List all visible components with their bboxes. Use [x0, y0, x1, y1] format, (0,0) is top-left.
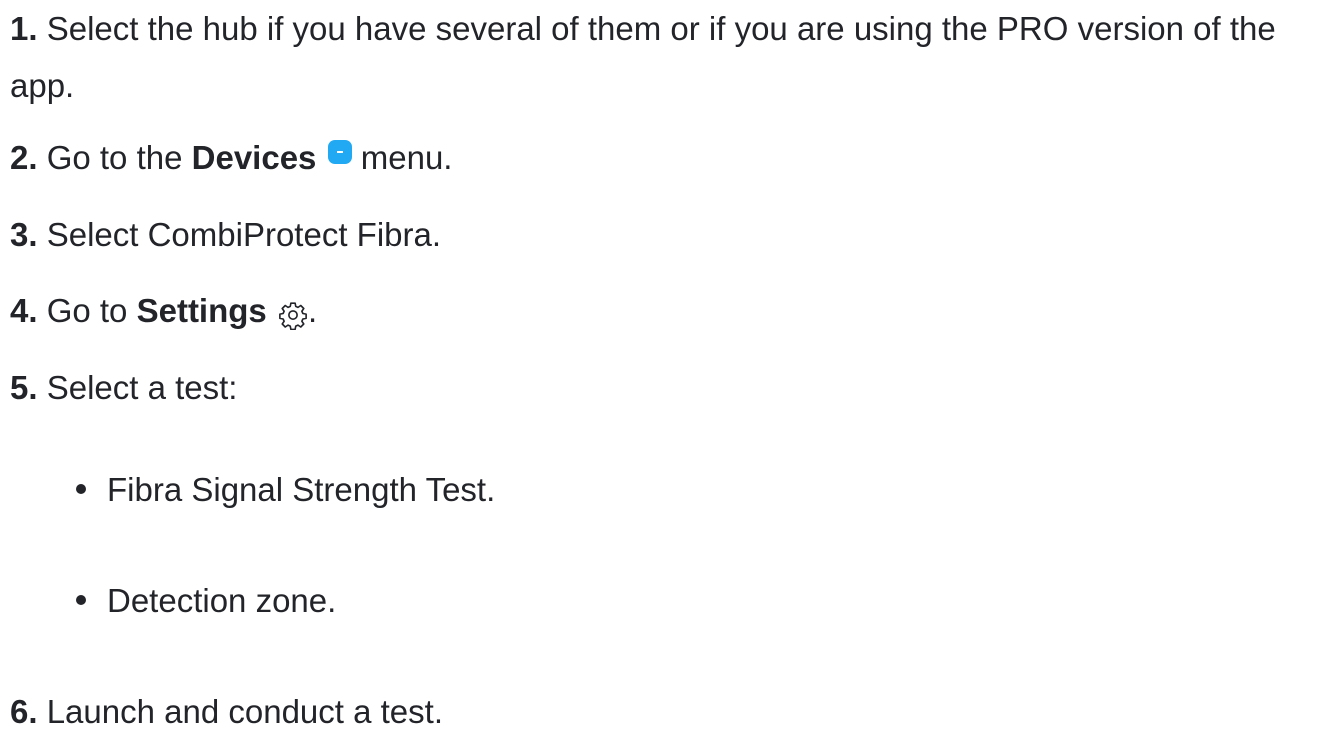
step-text-after: .: [307, 292, 318, 329]
devices-menu-label: Devices: [191, 139, 317, 176]
bullet-dot: [76, 595, 86, 606]
test-name: Detection zone.: [107, 582, 337, 619]
step-5: 5. Select a test:: [10, 359, 237, 416]
step-text: Select the hub if you have several of th…: [10, 10, 1276, 104]
step-number: 4.: [10, 292, 38, 329]
test-name: Fibra Signal Strength Test.: [107, 471, 496, 508]
step-text: Select CombiProtect Fibra.: [46, 216, 442, 253]
instructions-document: 1. Select the hub if you have several of…: [0, 0, 1319, 752]
test-list-item: Fibra Signal Strength Test.: [76, 461, 495, 518]
devices-icon: [327, 140, 352, 165]
step-3: 3. Select CombiProtect Fibra.: [10, 206, 441, 263]
step-text-before: Go to the: [46, 139, 192, 176]
step-1: 1. Select the hub if you have several of…: [10, 0, 1310, 114]
step-4: 4. Go to Settings .: [10, 282, 317, 339]
gear-icon: [278, 290, 308, 331]
step-2: 2. Go to the Devices menu.: [10, 129, 452, 186]
step-text-after: menu.: [351, 139, 453, 176]
step-number: 6.: [10, 693, 38, 730]
step-6: 6. Launch and conduct a test.: [10, 683, 443, 740]
step-text: Select a test:: [46, 369, 238, 406]
test-list-item: Detection zone.: [76, 572, 336, 629]
step-number: 5.: [10, 369, 38, 406]
step-number: 2.: [10, 139, 38, 176]
step-number: 1.: [10, 10, 38, 47]
settings-label: Settings: [136, 292, 267, 329]
step-text: Launch and conduct a test.: [46, 693, 443, 730]
step-number: 3.: [10, 216, 38, 253]
bullet-dot: [76, 484, 86, 495]
step-text-before: Go to: [46, 292, 137, 329]
